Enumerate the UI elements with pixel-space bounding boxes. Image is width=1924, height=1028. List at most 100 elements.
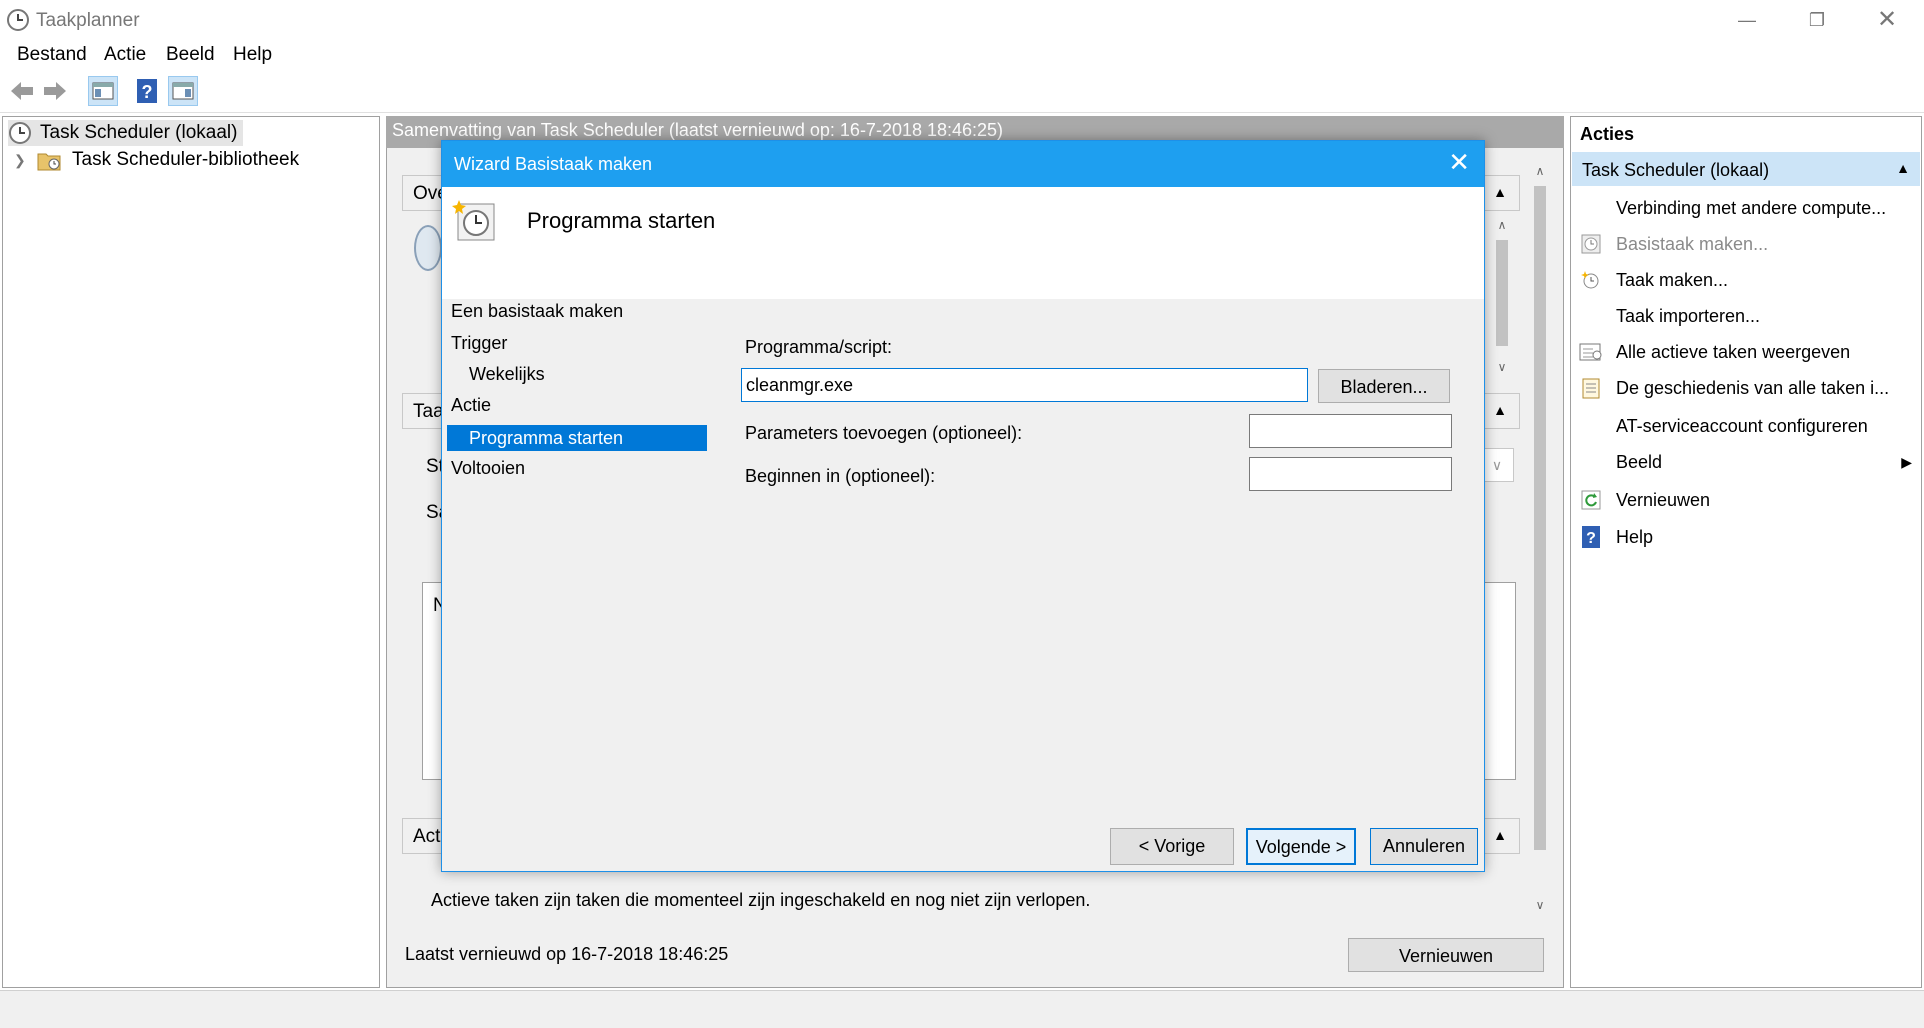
dropdown-chevron-icon[interactable]: ∨ xyxy=(1480,448,1514,482)
close-window-button[interactable]: ✕ xyxy=(1852,0,1922,40)
action-pane-icon xyxy=(172,82,194,100)
menu-beeld[interactable]: Beeld xyxy=(166,44,215,66)
step-action: Actie xyxy=(451,395,492,415)
program-script-input[interactable]: cleanmgr.exe xyxy=(741,368,1308,402)
parameters-label: Parameters toevoegen (optioneel): xyxy=(745,423,1023,443)
back-button[interactable]: < Vorige xyxy=(1110,828,1234,865)
submenu-arrow-icon: ▶ xyxy=(1901,453,1912,470)
cancel-button[interactable]: Annuleren xyxy=(1370,828,1478,865)
action-item-label: Alle actieve taken weergeven xyxy=(1616,341,1851,362)
minimize-button[interactable]: — xyxy=(1712,0,1782,40)
scroll-up-icon[interactable]: ∧ xyxy=(1530,164,1550,178)
scrollbar-thumb[interactable] xyxy=(1534,186,1546,850)
clock-icon xyxy=(9,122,31,144)
back-arrow-icon[interactable] xyxy=(7,76,37,106)
refresh-icon xyxy=(1578,487,1604,513)
next-button[interactable]: Volgende > xyxy=(1246,828,1356,865)
console-tree-icon xyxy=(92,82,114,100)
action-item-label: Taak importeren... xyxy=(1616,305,1761,326)
menu-actie[interactable]: Actie xyxy=(104,44,146,66)
step-weekly: Wekelijks xyxy=(469,364,545,384)
action-item-0[interactable]: Verbinding met andere compute... xyxy=(1572,190,1920,226)
action-item-3[interactable]: Taak importeren... xyxy=(1572,298,1920,334)
history-icon xyxy=(1578,375,1604,401)
clock-app-icon xyxy=(7,9,29,31)
action-item-label: De geschiedenis van alle taken i... xyxy=(1616,377,1890,398)
collapse-icon[interactable]: ▲ xyxy=(1493,402,1507,418)
scroll-up-icon[interactable]: ∧ xyxy=(1492,218,1512,232)
menu-help[interactable]: Help xyxy=(233,44,272,66)
show-hide-console-tree-button[interactable] xyxy=(88,76,118,106)
action-item-label: Basistaak maken... xyxy=(1616,233,1769,254)
collapse-icon[interactable]: ▲ xyxy=(1493,184,1507,200)
dialog-close-icon[interactable]: ✕ xyxy=(1448,147,1470,178)
status-bar xyxy=(0,990,1924,1028)
collapse-icon[interactable]: ▲ xyxy=(1493,827,1507,843)
start-in-input[interactable] xyxy=(1249,457,1452,491)
step-create-basic-task: Een basistaak maken xyxy=(451,301,624,321)
action-item-4[interactable]: Alle actieve taken weergeven xyxy=(1572,334,1920,370)
blank-icon xyxy=(1578,303,1604,329)
section-label: Act xyxy=(413,826,441,847)
action-item-label: Beeld xyxy=(1616,451,1663,472)
tree-item-task-scheduler-local[interactable]: Task Scheduler (lokaal) xyxy=(8,120,244,146)
help-toolbar-button[interactable]: ? xyxy=(132,76,162,106)
actions-group-label: Task Scheduler (lokaal) xyxy=(1582,160,1770,180)
action-item-8[interactable]: Vernieuwen xyxy=(1572,482,1920,518)
section-label: Taa xyxy=(413,401,444,422)
collapse-triangle-icon[interactable]: ▲ xyxy=(1896,160,1910,176)
last-refreshed-text: Laatst vernieuwd op 16-7-2018 18:46:25 xyxy=(405,944,729,964)
browse-button[interactable]: Bladeren... xyxy=(1318,369,1450,403)
refresh-button[interactable]: Vernieuwen xyxy=(1348,938,1544,972)
action-item-7[interactable]: Beeld ▶ xyxy=(1572,444,1920,480)
basic-task-icon xyxy=(1578,231,1604,257)
actions-header: Acties xyxy=(1580,124,1635,144)
window-title: Taakplanner xyxy=(36,10,140,31)
action-item-2[interactable]: Taak maken... xyxy=(1572,262,1920,298)
help-icon: ? xyxy=(1578,524,1604,550)
step-finish: Voltooien xyxy=(451,458,526,478)
blank-icon xyxy=(1578,413,1604,439)
tree-item-label: Task Scheduler (lokaal) xyxy=(40,122,238,143)
chevron-right-icon[interactable]: ❯ xyxy=(14,152,36,169)
action-item-label: Help xyxy=(1616,526,1654,547)
forward-arrow-icon[interactable] xyxy=(40,76,70,106)
program-script-label: Programma/script: xyxy=(745,337,893,357)
menu-bar xyxy=(0,40,1924,70)
dialog-title: Wizard Basistaak maken xyxy=(454,154,653,174)
tree-item-library[interactable]: ❯ Task Scheduler-bibliotheek xyxy=(14,147,299,173)
toolbar xyxy=(0,71,1924,113)
overview-scrollbar[interactable]: ∧ ∨ xyxy=(1492,218,1512,374)
active-tasks-icon xyxy=(1578,339,1604,365)
tree-item-label: Task Scheduler-bibliotheek xyxy=(72,149,300,170)
action-item-5[interactable]: De geschiedenis van alle taken i... xyxy=(1572,370,1920,406)
blank-icon xyxy=(1578,449,1604,475)
parameters-input[interactable] xyxy=(1249,414,1452,448)
title-bar xyxy=(0,0,1924,40)
restore-button[interactable]: ❐ xyxy=(1782,0,1852,40)
action-item-1[interactable]: Basistaak maken... xyxy=(1572,226,1920,262)
action-item-label: Verbinding met andere compute... xyxy=(1616,197,1887,218)
help-icon: ? xyxy=(137,79,157,103)
step-start-program: Programma starten xyxy=(447,425,707,451)
create-task-icon xyxy=(1578,267,1604,293)
overview-clock-icon xyxy=(414,225,442,271)
dialog-title-bar: Wizard Basistaak maken ✕ xyxy=(442,141,1484,187)
action-item-label: Taak maken... xyxy=(1616,269,1729,290)
dialog-header xyxy=(442,187,1484,299)
scrollbar-thumb[interactable] xyxy=(1496,240,1508,346)
menu-bestand[interactable]: Bestand xyxy=(17,44,87,66)
folder-clock-icon xyxy=(37,153,61,171)
svg-text:?: ? xyxy=(1586,530,1596,547)
actions-group-header[interactable]: Task Scheduler (lokaal) ▲ xyxy=(1572,152,1920,186)
action-item-9[interactable]: ? Help xyxy=(1572,519,1920,555)
wizard-task-icon xyxy=(452,200,495,241)
scroll-down-icon[interactable]: ∨ xyxy=(1492,360,1512,374)
action-item-label: AT-serviceaccount configureren xyxy=(1616,415,1868,436)
console-tree xyxy=(2,116,380,988)
active-tasks-description: Actieve taken zijn taken die momenteel z… xyxy=(431,890,1091,910)
scroll-down-icon[interactable]: ∨ xyxy=(1530,898,1550,912)
action-item-6[interactable]: AT-serviceaccount configureren xyxy=(1572,408,1920,444)
show-hide-action-pane-button[interactable] xyxy=(168,76,198,106)
center-scrollbar[interactable]: ∧ ∨ xyxy=(1530,162,1550,914)
